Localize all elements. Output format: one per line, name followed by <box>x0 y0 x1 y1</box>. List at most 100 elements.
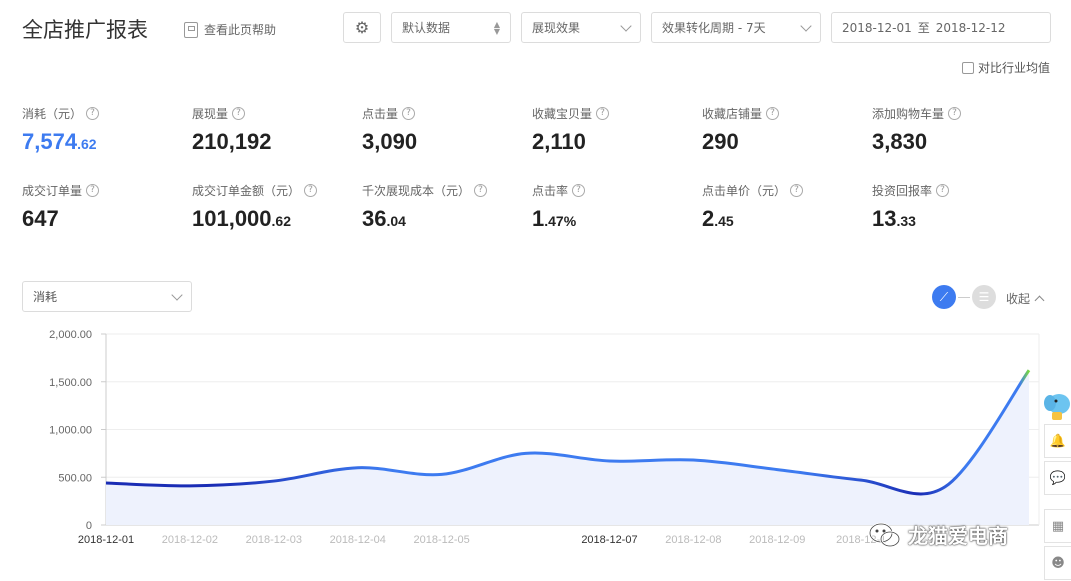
metric-label: 投资回报率? <box>872 182 1037 198</box>
compare-industry-checkbox[interactable]: 对比行业均值 <box>962 59 1050 76</box>
metric-value: 290 <box>702 129 867 155</box>
chat-icon: 💬 <box>1049 470 1067 486</box>
help-icon[interactable]: ? <box>790 183 804 197</box>
metric-value: 210,192 <box>192 129 357 155</box>
x-tick-label: 2018-12-03 <box>246 534 302 546</box>
page-title: 全店推广报表 <box>22 18 148 42</box>
y-tick-label: 1,500.00 <box>49 377 92 389</box>
date-to: 2018-12-12 <box>935 20 1006 35</box>
help-icon[interactable]: ? <box>232 106 246 120</box>
metric-value-integer: 1 <box>532 206 545 231</box>
x-tick-label: 2018-12-07 <box>581 534 637 546</box>
metric-value-decimal: .62 <box>77 136 97 152</box>
metric-value-decimal: .62 <box>271 213 291 229</box>
date-separator: 至 <box>917 21 930 35</box>
compare-label: 对比行业均值 <box>978 61 1051 75</box>
metric-label-text: 千次展现成本（元） <box>362 183 471 198</box>
metric-label: 点击量? <box>362 105 527 121</box>
metric-tile: 投资回报率? 13.33 <box>872 182 1037 232</box>
chevron-up-icon <box>1034 295 1045 306</box>
date-range-picker[interactable]: 2018-12-01 至 2018-12-12 <box>831 12 1051 43</box>
metric-value-integer: 101,000 <box>192 206 272 231</box>
metric-value: 3,090 <box>362 129 527 155</box>
side-toolbar: 🔔 💬 ▦ ☻ <box>1044 388 1071 581</box>
help-icon[interactable]: ? <box>86 106 100 120</box>
help-icon[interactable]: ? <box>596 106 610 120</box>
metric-tile: 展现量? 210,192 <box>192 105 357 155</box>
metric-value-integer: 2,110 <box>532 129 586 154</box>
chevron-down-icon <box>620 20 632 32</box>
metric-tile: 千次展现成本（元）? 36.04 <box>362 182 527 232</box>
help-icon[interactable]: ? <box>948 106 962 120</box>
gear-icon: ⚙ <box>354 18 370 37</box>
metric-value: 2.45 <box>702 206 867 232</box>
metric-value-integer: 2 <box>702 206 715 231</box>
help-icon[interactable]: ? <box>402 106 416 120</box>
message-button[interactable]: 💬 <box>1044 461 1071 495</box>
checkbox-icon <box>962 61 974 74</box>
user-icon: ☻ <box>1051 555 1065 571</box>
metric-label: 成交订单金额（元）? <box>192 182 357 198</box>
help-icon[interactable]: ? <box>766 106 780 120</box>
metric-value-decimal: .45 <box>714 213 734 229</box>
metric-label: 点击率? <box>532 182 697 198</box>
user-service-button[interactable]: ☻ <box>1044 546 1071 580</box>
chart-metric-select[interactable]: 消耗 <box>22 281 192 312</box>
metric-value: 13.33 <box>872 206 1037 232</box>
metric-label: 成交订单量? <box>22 182 187 198</box>
data-select[interactable]: 默认数据 ▲ ▼ <box>391 12 511 43</box>
metric-value: 1.47% <box>532 206 697 232</box>
data-select-value: 默认数据 <box>402 21 451 35</box>
metric-value-integer: 210,192 <box>192 129 272 154</box>
x-tick-label: 2018-12-04 <box>330 534 386 546</box>
metric-label-text: 成交订单量 <box>22 183 83 198</box>
settings-button[interactable]: ⚙ <box>343 12 381 43</box>
help-icon[interactable]: ? <box>936 183 950 197</box>
metric-value: 3,830 <box>872 129 1037 155</box>
metric-value: 7,574.62 <box>22 129 187 155</box>
collapse-button[interactable]: 收起 <box>1006 290 1045 307</box>
list-icon: ☰ <box>978 290 990 304</box>
metric-label: 展现量? <box>192 105 357 121</box>
notification-button[interactable]: 🔔 <box>1044 424 1071 458</box>
metric-value-integer: 290 <box>702 129 739 154</box>
qr-code-button[interactable]: ▦ <box>1044 509 1071 543</box>
metric-value: 101,000.62 <box>192 206 357 232</box>
metric-value-decimal: .33 <box>896 213 916 229</box>
help-icon[interactable]: ? <box>474 183 488 197</box>
metric-label-text: 收藏宝贝量 <box>532 106 593 121</box>
metric-label: 添加购物车量? <box>872 105 1037 121</box>
y-tick-label: 0 <box>86 520 92 532</box>
metric-label-text: 展现量 <box>192 106 229 121</box>
chart-view-toggle: ⟋ ☰ <box>932 285 996 309</box>
effect-select[interactable]: 展现效果 <box>521 12 641 43</box>
bookmark-icon <box>184 21 198 38</box>
date-from: 2018-12-01 <box>842 20 912 35</box>
sort-icon: ▲ ▼ <box>493 20 500 36</box>
period-select-value: 效果转化周期 - 7天 <box>662 21 766 35</box>
metric-label-text: 点击单价（元） <box>702 183 787 198</box>
help-link[interactable]: 查看此页帮助 <box>184 21 276 38</box>
report-header: 全店推广报表 查看此页帮助 ⚙ 默认数据 ▲ ▼ 展现效果 效果转化周期 - 7天… <box>0 0 1071 60</box>
x-tick-label: 2018-12-02 <box>162 534 218 546</box>
effect-select-value: 展现效果 <box>532 21 581 35</box>
metric-value-integer: 3,830 <box>872 129 928 154</box>
metric-value-integer: 647 <box>22 206 59 231</box>
x-tick-label: 2018-12-08 <box>665 534 721 546</box>
help-icon[interactable]: ? <box>304 183 318 197</box>
period-select[interactable]: 效果转化周期 - 7天 <box>651 12 821 43</box>
line-chart-view-button[interactable]: ⟋ <box>932 285 956 309</box>
metric-label-text: 点击率 <box>532 183 569 198</box>
metric-tile: 成交订单量? 647 <box>22 182 187 232</box>
qr-code-icon: ▦ <box>1051 518 1065 534</box>
y-tick-label: 2,000.00 <box>49 329 92 341</box>
metric-label: 收藏宝贝量? <box>532 105 697 121</box>
metric-tile: 点击量? 3,090 <box>362 105 527 155</box>
table-view-button[interactable]: ☰ <box>972 285 996 309</box>
chevron-down-icon <box>171 289 183 301</box>
metric-tile: 添加购物车量? 3,830 <box>872 105 1037 155</box>
collapse-label: 收起 <box>1006 292 1031 306</box>
help-icon[interactable]: ? <box>86 183 100 197</box>
help-icon[interactable]: ? <box>572 183 586 197</box>
metric-value: 36.04 <box>362 206 527 232</box>
